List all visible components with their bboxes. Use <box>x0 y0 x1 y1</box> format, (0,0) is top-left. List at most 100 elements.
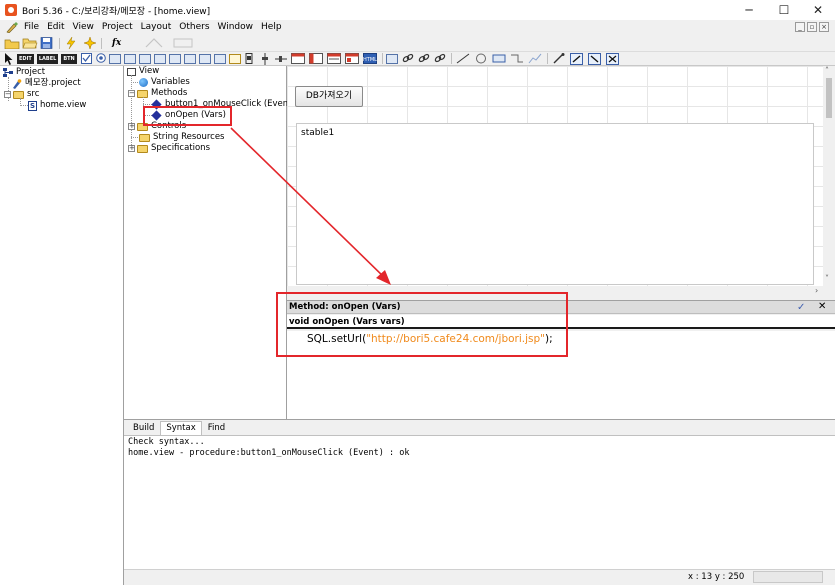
mdi-restore-button[interactable]: ▫ <box>807 22 817 32</box>
mdi-close-button[interactable]: × <box>819 22 829 32</box>
menu-others[interactable]: Others <box>175 20 213 35</box>
tree-item-project[interactable]: Project <box>3 67 45 78</box>
html-control-icon[interactable]: HTML <box>362 52 377 65</box>
image-control-icon[interactable] <box>213 53 226 64</box>
checkbox-control-icon[interactable] <box>80 52 92 65</box>
menu-layout[interactable]: Layout <box>137 20 176 35</box>
unlink-icon[interactable] <box>434 53 446 65</box>
red-grid-icon[interactable] <box>308 52 323 65</box>
maximize-button[interactable]: ☐ <box>767 0 801 20</box>
output-line: Check syntax... <box>128 437 205 447</box>
expand-icon[interactable]: + <box>128 123 135 130</box>
ellipse-tool-icon[interactable] <box>474 53 488 65</box>
scrollbar-thumb[interactable] <box>826 78 832 118</box>
function-button[interactable]: fx <box>112 37 132 49</box>
line-tool-icon[interactable] <box>456 53 470 65</box>
run-sparkle-icon[interactable] <box>82 36 97 50</box>
tabs-control-icon[interactable] <box>168 53 181 64</box>
close-editor-icon[interactable]: ✕ <box>818 301 826 312</box>
title-bar: Bori 5.36 - C:/보리강좌/메모장 - [home.view] ─ … <box>0 0 835 20</box>
pin-icon[interactable]: ✓ <box>797 302 805 313</box>
scroll-right-icon[interactable]: › <box>815 286 818 295</box>
menu-bar: File Edit View Project Layout Others Win… <box>0 20 835 35</box>
red-table-icon[interactable] <box>290 52 305 65</box>
project-file-icon <box>12 79 22 89</box>
folder-icon <box>13 90 24 99</box>
connector-tool-icon[interactable] <box>510 53 524 65</box>
canvas-vertical-scrollbar[interactable]: ˄ ˅ <box>823 66 835 286</box>
menu-project[interactable]: Project <box>98 20 137 35</box>
listbox-control-icon[interactable] <box>108 53 121 64</box>
menu-view[interactable]: View <box>69 20 98 35</box>
tree-item-specifications[interactable]: + Specifications <box>128 143 210 154</box>
grid-control-icon[interactable] <box>183 53 196 64</box>
pointer-icon[interactable] <box>4 52 14 65</box>
chart-tool-icon[interactable] <box>528 53 542 65</box>
menu-window[interactable]: Window <box>214 20 258 35</box>
scroll-down-icon[interactable]: ˅ <box>825 274 829 283</box>
scroll-up-icon[interactable]: ˄ <box>825 66 829 75</box>
menu-control-icon[interactable] <box>385 53 398 64</box>
panel-control-icon[interactable] <box>153 53 166 64</box>
edit-control-button[interactable]: EDIT <box>17 53 34 64</box>
folder-icon <box>139 133 150 142</box>
zoom-out-icon[interactable] <box>587 52 602 65</box>
btn-control-button[interactable]: BTN <box>61 53 77 64</box>
tab-syntax[interactable]: Syntax <box>160 421 202 435</box>
tree-item-string-resources[interactable]: String Resources <box>139 132 224 143</box>
minimize-button[interactable]: ─ <box>732 0 766 20</box>
annotation-highlight-onopen <box>143 106 232 126</box>
toolbar-separator <box>450 53 452 64</box>
document-edit-icon[interactable] <box>6 22 18 34</box>
eyedropper-icon[interactable] <box>552 52 566 65</box>
close-window-button[interactable]: ✕ <box>801 0 835 20</box>
table-control-icon[interactable] <box>138 53 151 64</box>
open-folder-icon[interactable] <box>22 37 38 49</box>
tree-label-variables: Variables <box>151 77 190 87</box>
zoom-reset-icon[interactable] <box>605 52 620 65</box>
frame-control-icon[interactable] <box>228 53 241 64</box>
tree-label-methods: Methods <box>151 88 188 98</box>
menu-edit[interactable]: Edit <box>43 20 68 35</box>
tree-item-src[interactable]: − src <box>4 89 39 100</box>
new-project-icon[interactable] <box>4 37 20 50</box>
toolbar-separator <box>381 53 383 64</box>
tree-item-home-view[interactable]: S home.view <box>28 100 86 111</box>
tree-item-project-file[interactable]: 메모장.project <box>12 78 81 89</box>
red-form-icon[interactable] <box>326 52 341 65</box>
combobox-control-icon[interactable] <box>123 53 136 64</box>
expand-icon[interactable]: + <box>128 145 135 152</box>
collapse-icon[interactable]: − <box>128 90 135 97</box>
annotation-arrow <box>230 127 391 285</box>
save-icon[interactable] <box>40 37 54 49</box>
mdi-minimize-button[interactable]: _ <box>795 22 805 32</box>
build-lightning-icon[interactable] <box>64 36 78 50</box>
disabled-tool-icon <box>172 37 196 49</box>
tree-control-icon[interactable] <box>198 53 211 64</box>
vertical-slider-icon[interactable] <box>259 52 271 65</box>
zoom-in-icon[interactable] <box>569 52 584 65</box>
db-fetch-button[interactable]: DB가져오기 <box>295 86 363 107</box>
link-icon[interactable] <box>418 53 430 65</box>
tab-find[interactable]: Find <box>203 422 230 435</box>
chain-link-icon[interactable] <box>402 53 414 65</box>
horizontal-slider-icon[interactable] <box>274 53 287 65</box>
menu-file[interactable]: File <box>20 20 43 35</box>
main-toolbar: fx <box>0 35 835 52</box>
scrollbar-control-icon[interactable] <box>245 52 255 65</box>
menu-help[interactable]: Help <box>257 20 286 35</box>
tree-label-project-file: 메모장.project <box>25 78 81 88</box>
output-tabs: Build Syntax Find <box>124 420 835 436</box>
collapse-icon[interactable]: − <box>4 91 11 98</box>
label-control-button[interactable]: LABEL <box>36 53 59 64</box>
status-progress-box <box>753 571 823 583</box>
tree-item-methods[interactable]: − Methods <box>128 88 187 99</box>
tab-build[interactable]: Build <box>128 422 159 435</box>
red-report-icon[interactable] <box>344 52 359 65</box>
rectangle-tool-icon[interactable] <box>492 53 506 65</box>
mdi-controls: _ ▫ × <box>795 22 829 32</box>
output-line: home.view - procedure:button1_onMouseCli… <box>128 448 410 458</box>
tree-item-variables[interactable]: Variables <box>139 77 190 88</box>
radio-control-icon[interactable] <box>95 52 106 65</box>
app-window: Bori 5.36 - C:/보리강좌/메모장 - [home.view] ─ … <box>0 0 835 585</box>
